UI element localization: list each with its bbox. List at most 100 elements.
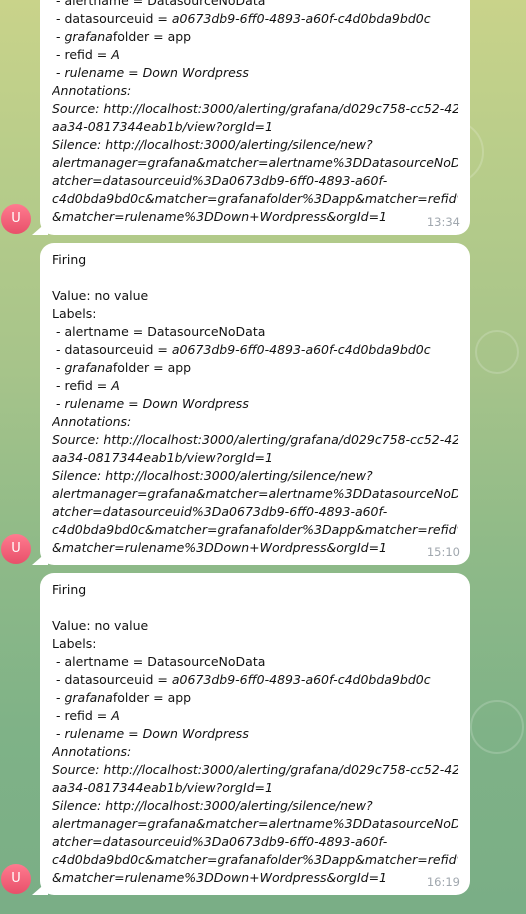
italic-segment: a0673db9-6ff0-4893-a60f-c4d0bda9bd0c — [171, 672, 431, 687]
message-line: &matcher=rulename%3DDown+Wordpress&orgId… — [52, 539, 458, 557]
text-segment: - alertname = DatasourceNoData — [52, 654, 266, 669]
message-bubble[interactable]: Firing Value: no value Labels: - alertname… — [32, 573, 470, 895]
message-line: - refid = A — [52, 46, 458, 64]
message-time: 15:10 — [426, 545, 460, 559]
message-line: atcher=datasourceuid%3Da0673db9-6ff0-489… — [52, 503, 458, 521]
message-line — [52, 599, 458, 617]
italic-segment: aa34-0817344eab1b/view?orgId=1 — [52, 119, 273, 134]
italic-segment: aa34-0817344eab1b/view?orgId=1 — [52, 780, 273, 795]
italic-segment: alertmanager=grafana&matcher=alertname%3… — [52, 486, 458, 501]
italic-segment: &matcher=rulename%3DDown+Wordpress&orgId… — [52, 540, 387, 555]
text-segment: - refid = — [52, 378, 112, 393]
message-line: - rulename = Down Wordpress — [52, 395, 458, 413]
text-segment: - — [52, 726, 65, 741]
message-line: aa34-0817344eab1b/view?orgId=1 — [52, 449, 458, 467]
italic-segment: rulename = Down Wordpress — [64, 65, 249, 80]
message-line: - datasourceuid = a0673db9-6ff0-4893-a60… — [52, 10, 458, 28]
italic-segment: Annotations: — [52, 83, 132, 98]
message-bubble[interactable]: - alertname = DatasourceNoData - datasou… — [32, 0, 470, 235]
message-line: - rulename = Down Wordpress — [52, 725, 458, 743]
italic-segment: Source: http://localhost:3000/alerting/g… — [52, 432, 458, 447]
bubble-tail — [32, 221, 48, 235]
text-segment: - datasourceuid = — [52, 11, 172, 26]
italic-segment: Silence: http://localhost:3000/alerting/… — [52, 137, 373, 152]
background-doodle — [475, 330, 519, 374]
message-line: Value: no value — [52, 287, 458, 305]
italic-segment: grafana — [64, 360, 113, 375]
message-line: Firing — [52, 251, 458, 269]
text-segment: - — [52, 396, 65, 411]
message-text: Firing Value: no value Labels: - alertname… — [52, 251, 458, 557]
message-line: atcher=datasourceuid%3Da0673db9-6ff0-489… — [52, 833, 458, 851]
message-line: - alertname = DatasourceNoData — [52, 0, 458, 10]
italic-segment: grafana — [64, 690, 113, 705]
message-line: - alertname = DatasourceNoData — [52, 323, 458, 341]
message-line: - datasourceuid = a0673db9-6ff0-4893-a60… — [52, 671, 458, 689]
italic-segment: A — [111, 378, 120, 393]
text-segment: folder = app — [112, 690, 192, 705]
text-segment: - — [52, 65, 65, 80]
italic-segment: A — [111, 708, 120, 723]
message-line: atcher=datasourceuid%3Da0673db9-6ff0-489… — [52, 172, 458, 190]
text-segment: - datasourceuid = — [52, 342, 172, 357]
italic-segment: alertmanager=grafana&matcher=alertname%3… — [52, 816, 458, 831]
bubble-tail — [32, 881, 48, 895]
message-line: &matcher=rulename%3DDown+Wordpress&orgId… — [52, 208, 458, 226]
italic-segment: Source: http://localhost:3000/alerting/g… — [52, 101, 458, 116]
message-line: - grafanafolder = app — [52, 359, 458, 377]
italic-segment: atcher=datasourceuid%3Da0673db9-6ff0-489… — [52, 504, 388, 519]
sender-avatar[interactable]: U — [1, 534, 31, 564]
text-segment: folder = app — [112, 360, 192, 375]
italic-segment: &matcher=rulename%3DDown+Wordpress&orgId… — [52, 209, 387, 224]
text-segment: folder = app — [112, 29, 192, 44]
italic-segment: atcher=datasourceuid%3Da0673db9-6ff0-489… — [52, 173, 388, 188]
text-segment: - alertname = DatasourceNoData — [52, 0, 266, 8]
message-time: 16:19 — [426, 875, 460, 889]
message-line: - alertname = DatasourceNoData — [52, 653, 458, 671]
message-line: - grafanafolder = app — [52, 28, 458, 46]
message-line: Labels: — [52, 635, 458, 653]
message-line: c4d0bda9bd0c&matcher=grafanafolder%3Dapp… — [52, 851, 458, 869]
text-segment: Value: no value — [52, 618, 149, 633]
text-segment: Firing — [52, 582, 87, 597]
italic-segment: c4d0bda9bd0c&matcher=grafanafolder%3Dapp… — [52, 852, 458, 867]
italic-segment: Silence: http://localhost:3000/alerting/… — [52, 798, 373, 813]
message-line: &matcher=rulename%3DDown+Wordpress&orgId… — [52, 869, 458, 887]
text-segment: - — [52, 29, 65, 44]
message-line: Source: http://localhost:3000/alerting/g… — [52, 431, 458, 449]
message-line: - refid = A — [52, 377, 458, 395]
sender-avatar[interactable]: U — [1, 204, 31, 234]
message-line: alertmanager=grafana&matcher=alertname%3… — [52, 154, 458, 172]
italic-segment: Source: http://localhost:3000/alerting/g… — [52, 762, 458, 777]
message-line: - refid = A — [52, 707, 458, 725]
text-segment: - refid = — [52, 708, 112, 723]
italic-segment: &matcher=rulename%3DDown+Wordpress&orgId… — [52, 870, 387, 885]
message-line: - grafanafolder = app — [52, 689, 458, 707]
italic-segment: c4d0bda9bd0c&matcher=grafanafolder%3Dapp… — [52, 191, 458, 206]
italic-segment: rulename = Down Wordpress — [64, 396, 249, 411]
background-doodle — [470, 700, 524, 754]
message-line: c4d0bda9bd0c&matcher=grafanafolder%3Dapp… — [52, 521, 458, 539]
sender-avatar[interactable]: U — [1, 864, 31, 894]
message-line: Silence: http://localhost:3000/alerting/… — [52, 467, 458, 485]
message-line: aa34-0817344eab1b/view?orgId=1 — [52, 118, 458, 136]
italic-segment: aa34-0817344eab1b/view?orgId=1 — [52, 450, 273, 465]
italic-segment: Silence: http://localhost:3000/alerting/… — [52, 468, 373, 483]
text-segment: - — [52, 360, 65, 375]
message-bubble[interactable]: Firing Value: no value Labels: - alertname… — [32, 243, 470, 565]
text-segment: Labels: — [52, 636, 97, 651]
italic-segment: atcher=datasourceuid%3Da0673db9-6ff0-489… — [52, 834, 388, 849]
message-line — [52, 269, 458, 287]
message-line: Annotations: — [52, 82, 458, 100]
italic-segment: a0673db9-6ff0-4893-a60f-c4d0bda9bd0c — [171, 342, 431, 357]
italic-segment: alertmanager=grafana&matcher=alertname%3… — [52, 155, 458, 170]
message-line: Firing — [52, 581, 458, 599]
text-segment: - — [52, 690, 65, 705]
italic-segment: a0673db9-6ff0-4893-a60f-c4d0bda9bd0c — [171, 11, 431, 26]
message-line: alertmanager=grafana&matcher=alertname%3… — [52, 485, 458, 503]
message-line: Silence: http://localhost:3000/alerting/… — [52, 797, 458, 815]
message-line: Source: http://localhost:3000/alerting/g… — [52, 761, 458, 779]
message-line: Annotations: — [52, 413, 458, 431]
italic-segment: A — [111, 47, 120, 62]
italic-segment: grafana — [64, 29, 113, 44]
